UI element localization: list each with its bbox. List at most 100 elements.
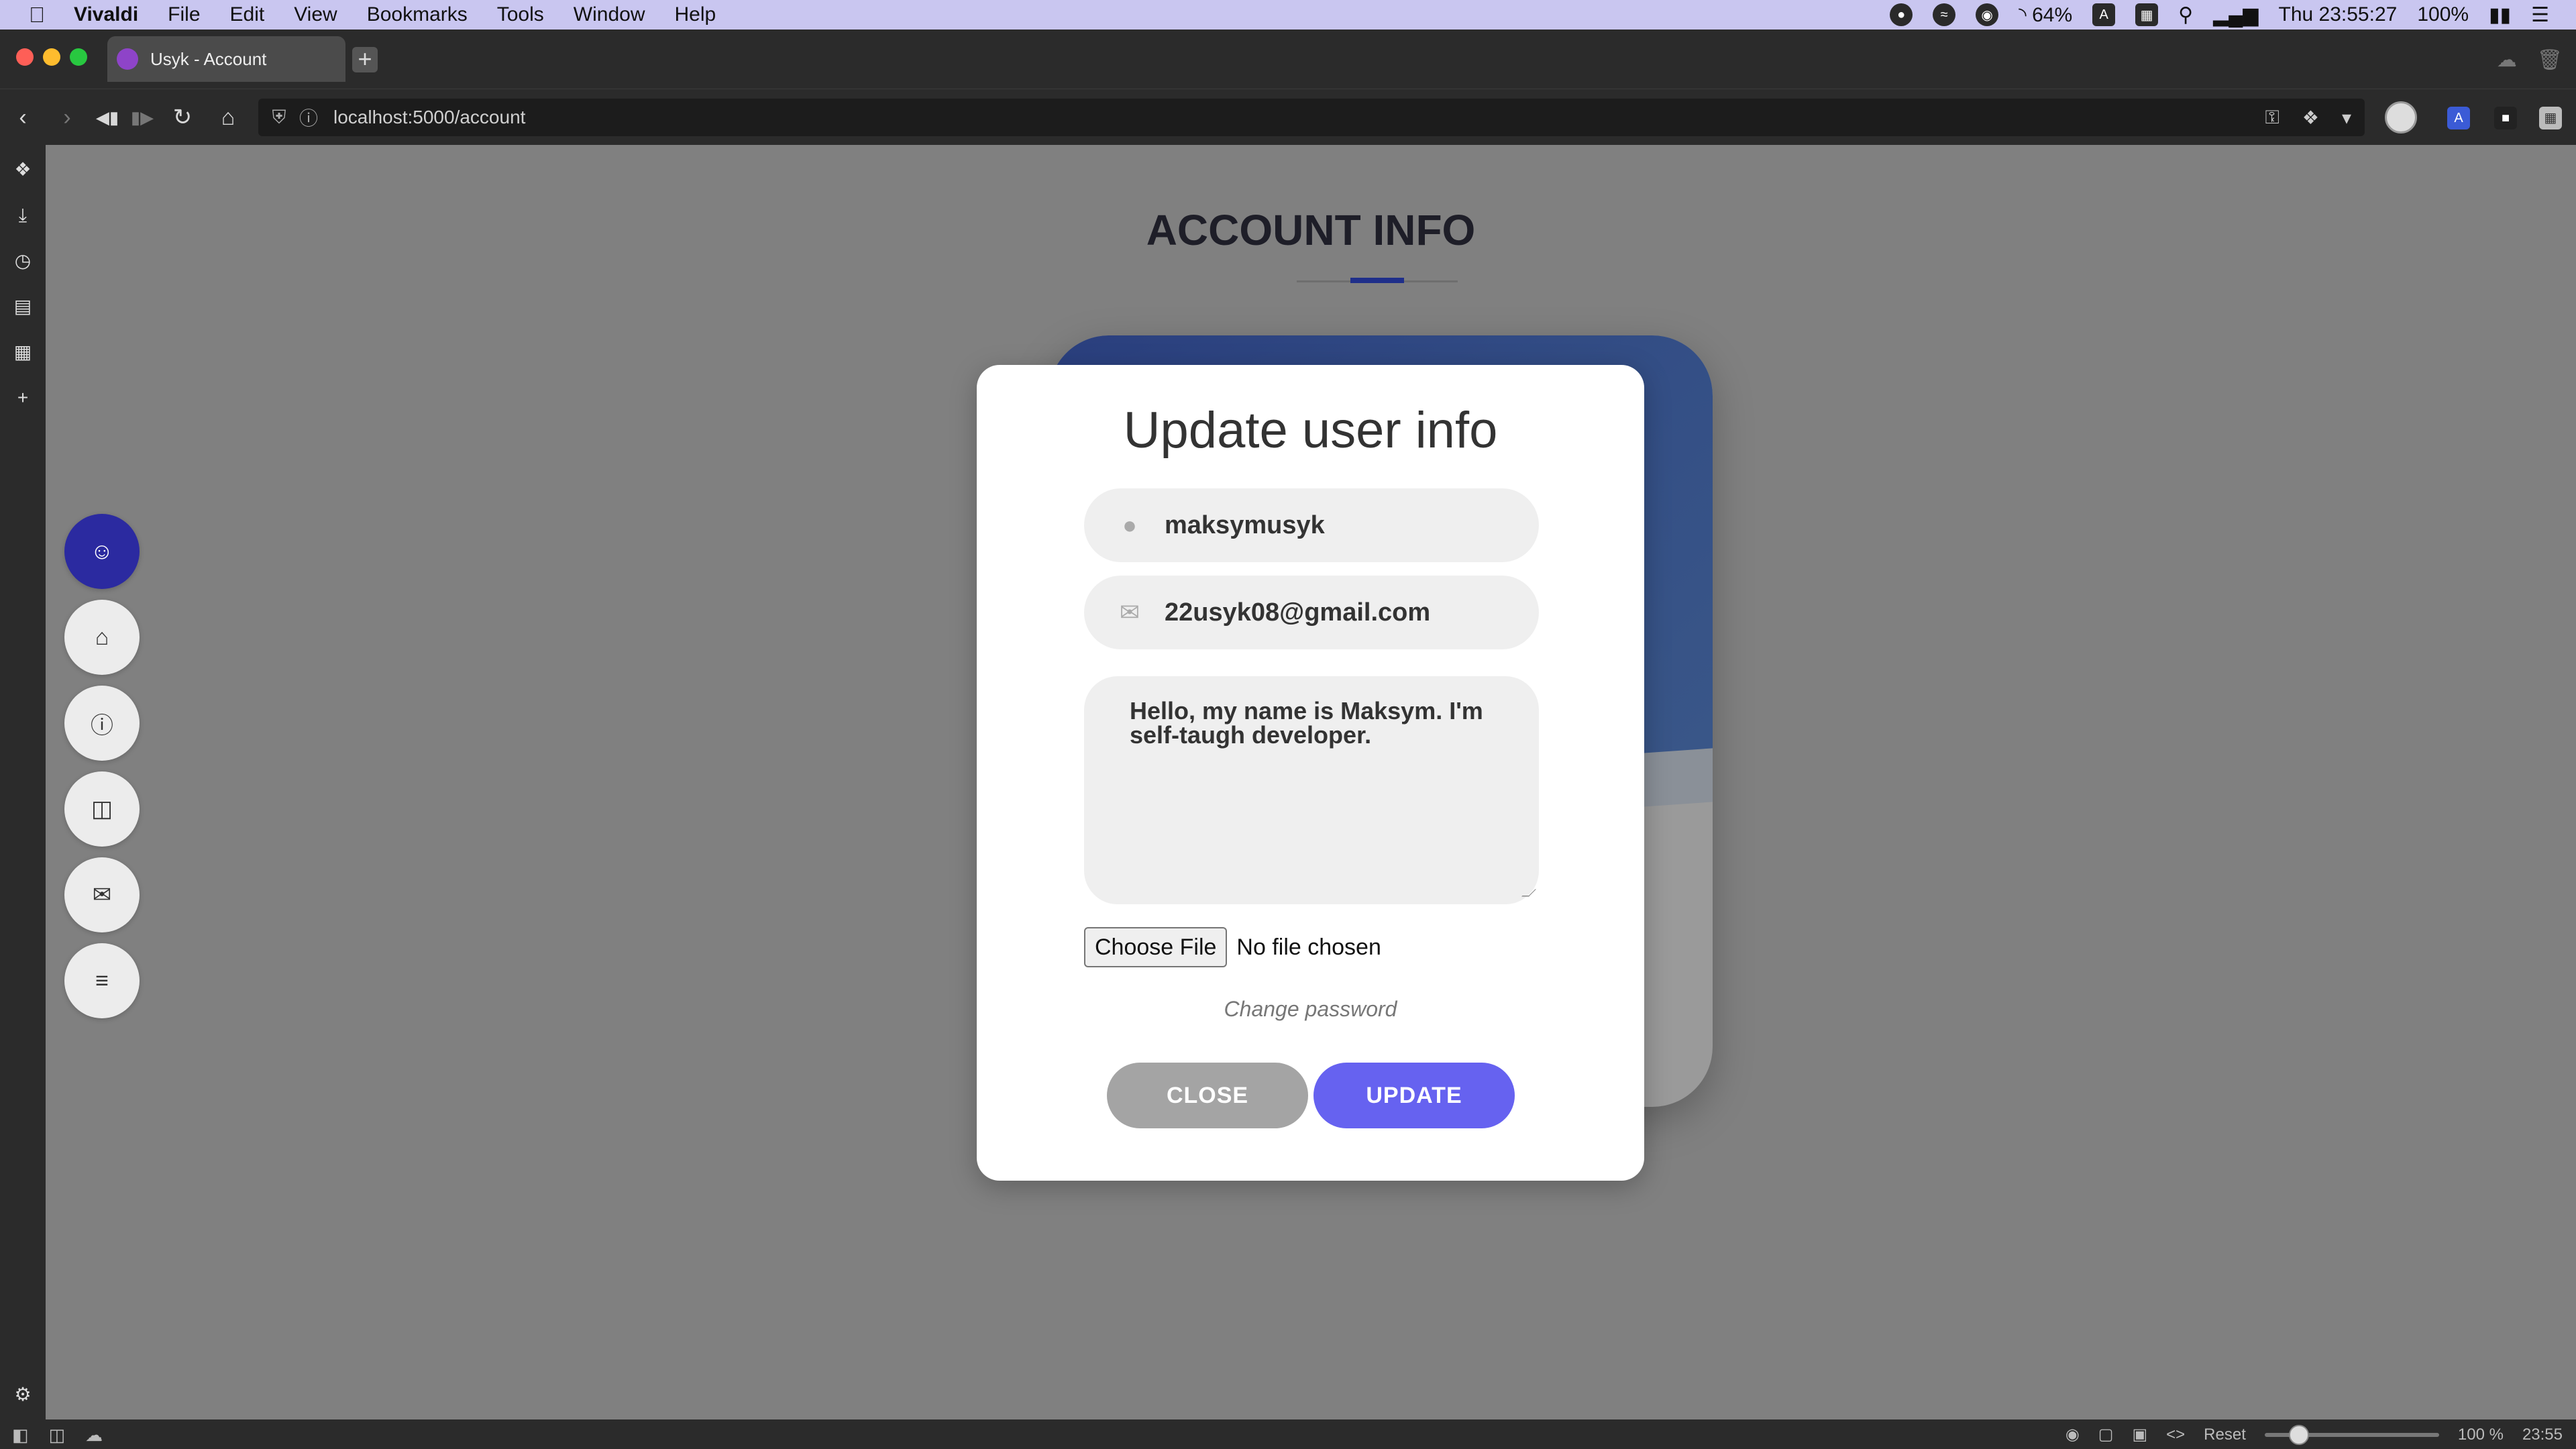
history-panel-icon[interactable]: ◷ (11, 250, 34, 272)
list-check-icon: ≡ (95, 967, 109, 994)
add-panel-icon[interactable]: + (11, 386, 34, 409)
image-icon[interactable]: ▣ (2132, 1425, 2147, 1444)
menu-bookmarks[interactable]: Bookmarks (367, 3, 468, 26)
clock[interactable]: Thu 23:55:27 (2279, 3, 2398, 26)
back-icon[interactable]: ‹ (8, 103, 38, 132)
nav-user-button[interactable]: ☺ (64, 514, 140, 589)
close-button[interactable]: CLOSE (1107, 1063, 1308, 1128)
antivirus-icon[interactable]: ● (1890, 3, 1913, 26)
page-title: ACCOUNT INFO (1146, 206, 1476, 254)
browser-address-bar: ‹ › ◀▮ ▮▶ ↻ ⌂ ⛨ ⓘ localhost:5000/account… (0, 89, 2576, 145)
menu-file[interactable]: File (168, 3, 200, 26)
update-button[interactable]: UPDATE (1313, 1063, 1515, 1128)
envelope-icon: ✉ (1119, 598, 1140, 626)
zoom-window-icon[interactable] (70, 48, 87, 66)
menu-help[interactable]: Help (675, 3, 716, 26)
zoom-reset[interactable]: Reset (2204, 1426, 2246, 1444)
home-icon: ⌂ (95, 624, 109, 650)
zoom-slider[interactable] (2264, 1424, 2439, 1445)
email-field[interactable]: ✉ 22usyk08@gmail.com (1084, 576, 1539, 649)
site-info-icon[interactable]: ⓘ (299, 104, 319, 131)
cloud-icon[interactable]: ☁ (85, 1425, 103, 1446)
email-value: 22usyk08@gmail.com (1165, 598, 1431, 627)
battery-icon[interactable]: ▮▮ (2489, 3, 2511, 27)
username-value: maksymusyk (1165, 511, 1325, 539)
bookmarks-panel-icon[interactable]: ❖ (11, 158, 34, 181)
trash-icon[interactable]: 🗑 (2537, 48, 2563, 72)
battery-small-percent: 64% (2032, 3, 2073, 26)
monitor-icon[interactable]: ◉ (1976, 3, 1999, 26)
extensions-menu-icon[interactable]: ▦ (2539, 107, 2562, 129)
nav-mail-button[interactable]: ✉ (64, 857, 140, 932)
nav-list-button[interactable]: ≡ (64, 943, 140, 1018)
menubar-status-area: ● ≈ ◉ ◝ 64% A ▦ ⚲ ▂▄▆ Thu 23:55:27 100% … (1890, 3, 2576, 27)
notes-panel-icon[interactable]: ▤ (11, 295, 34, 318)
bio-textarea[interactable]: Hello, my name is Maksym. I'm self-taugh… (1084, 676, 1539, 904)
control-center-icon[interactable]: ☰ (2531, 3, 2549, 27)
capture-icon[interactable]: ◉ (2065, 1425, 2080, 1444)
zoom-slider-handle[interactable] (2288, 1424, 2309, 1445)
translate-extension-icon[interactable]: A (2447, 107, 2470, 129)
username-field[interactable]: ● maksymusyk (1084, 488, 1539, 562)
shield-icon[interactable]: ⛨ (269, 107, 289, 129)
bio-text: Hello, my name is Maksym. I'm self-taugh… (1130, 697, 1483, 749)
url-input[interactable]: ⛨ ⓘ localhost:5000/account ⚿ ❖ ▾ (258, 99, 2365, 136)
activity-icon[interactable]: ≈ (1933, 3, 1956, 26)
bookmark-icon[interactable]: ❖ (2302, 107, 2319, 129)
status-bar-right: ◉ ▢ ▣ <> Reset 100 % 23:55 (2065, 1424, 2563, 1445)
battery-percent[interactable]: 100% (2417, 3, 2469, 26)
chevron-down-icon[interactable]: ▾ (2342, 107, 2351, 129)
profile-avatar[interactable] (2385, 101, 2417, 133)
nav-info-button[interactable]: ⓘ (64, 686, 140, 761)
modal-title: Update user info (1123, 402, 1498, 459)
user-icon: ● (1122, 511, 1137, 539)
nav-book-button[interactable]: ◫ (64, 771, 140, 847)
book-icon: ◫ (91, 796, 113, 822)
nav-home-button[interactable]: ⌂ (64, 600, 140, 675)
new-tab-button[interactable]: + (352, 47, 378, 72)
close-window-icon[interactable] (16, 48, 34, 66)
update-user-modal: Update user info ● maksymusyk ✉ 22usyk08… (977, 365, 1644, 1181)
battery-small-icon[interactable]: ◝ 64% (2019, 3, 2072, 27)
menu-edit[interactable]: Edit (230, 3, 265, 26)
status-bar-left: ◧ ◫ ☁ (12, 1425, 103, 1446)
minimize-window-icon[interactable] (43, 48, 60, 66)
reload-icon[interactable]: ↻ (168, 103, 197, 132)
menu-view[interactable]: View (294, 3, 337, 26)
url-text: localhost:5000/account (333, 107, 526, 127)
macos-menu-bar:  Vivaldi File Edit View Bookmarks Tools… (0, 0, 2576, 30)
extension-icon[interactable]: ■ (2494, 107, 2517, 129)
tab-title: Usyk - Account (150, 48, 267, 69)
file-status: No file chosen (1236, 934, 1381, 960)
rewind-icon[interactable]: ◀▮ (93, 103, 122, 132)
zoom-level: 100 % (2457, 1425, 2504, 1444)
tab-account[interactable]: Usyk - Account (107, 36, 345, 82)
choose-file-button[interactable]: Choose File (1084, 927, 1228, 967)
search-icon[interactable]: ⚲ (2178, 3, 2193, 27)
window-icon[interactable]: ▢ (2098, 1425, 2114, 1444)
code-icon[interactable]: <> (2166, 1426, 2185, 1444)
settings-gear-icon[interactable]: ⚙ (11, 1383, 34, 1406)
apple-icon[interactable]:  (0, 3, 74, 28)
panel-toggle-icon[interactable]: ◧ (12, 1425, 29, 1446)
status-time: 23:55 (2522, 1425, 2563, 1444)
browser-tab-bar: Usyk - Account + ☁ 🗑 (0, 30, 2576, 89)
signal-icon[interactable]: ▂▄▆ (2213, 3, 2258, 27)
window-manager-icon[interactable]: ▦ (2135, 3, 2159, 26)
fast-forward-icon[interactable]: ▮▶ (127, 103, 157, 132)
home-icon[interactable]: ⌂ (213, 103, 243, 132)
tiling-icon[interactable]: ◫ (49, 1425, 66, 1446)
forward-icon[interactable]: › (52, 103, 82, 132)
change-password-link[interactable]: Change password (977, 997, 1644, 1022)
resize-grip-icon[interactable] (1521, 889, 1536, 897)
menu-window[interactable]: Window (574, 3, 645, 26)
menu-tools[interactable]: Tools (497, 3, 544, 26)
key-icon[interactable]: ⚿ (2265, 107, 2279, 129)
downloads-panel-icon[interactable]: ⤓ (11, 204, 34, 227)
sync-cloud-icon[interactable]: ☁ (2497, 48, 2517, 72)
menu-app-name[interactable]: Vivaldi (74, 3, 138, 26)
user-icon: ☺ (90, 538, 114, 564)
browser-status-bar: ◧ ◫ ☁ ◉ ▢ ▣ <> Reset 100 % 23:55 (0, 1419, 2576, 1449)
calendar-panel-icon[interactable]: ▦ (11, 341, 34, 364)
keyboard-input-icon[interactable]: A (2092, 3, 2116, 26)
